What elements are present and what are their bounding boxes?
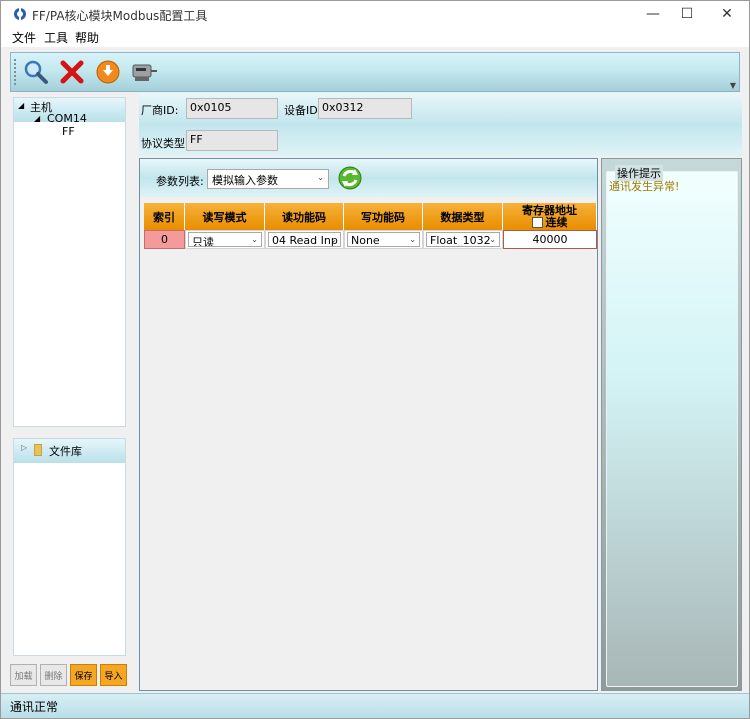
device-tree-panel: ◢ 主机 ◢ COM14 FF (13, 97, 126, 427)
col-write-code-header: 写功能码 (344, 203, 423, 230)
vendor-id-field[interactable]: 0x0105 (186, 98, 278, 119)
rw-mode-cell[interactable]: 只读 ⌄ (185, 230, 265, 249)
vendor-id-label: 厂商ID: (141, 104, 179, 117)
file-library-header[interactable]: ▷ 文件库 (14, 439, 125, 463)
refresh-icon[interactable] (336, 164, 364, 192)
app-icon (14, 8, 26, 20)
import-button[interactable]: 导入 (100, 664, 127, 686)
menu-help[interactable]: 帮助 (75, 29, 99, 46)
chevron-down-icon: ⌄ (409, 235, 416, 244)
menu-tools[interactable]: 工具 (44, 29, 68, 46)
col-data-type-header: 数据类型 (423, 203, 503, 230)
tree-node-port[interactable]: COM14 (47, 112, 87, 125)
col-rw-mode-header: 读写模式 (185, 203, 265, 230)
protocol-type-field[interactable]: FF (186, 130, 278, 151)
data-type-cell[interactable]: Float_1032 ⌄ (423, 230, 503, 249)
continuous-label: 连续 (545, 215, 568, 229)
params-panel: 参数列表: 模拟输入参数 ⌄ 索引 读写模式 读功能码 写功能码 数据类型 寄存… (139, 158, 598, 691)
read-code-value: 04 Read Inp (272, 234, 338, 247)
write-code-value: None (351, 234, 380, 247)
hint-message: 通讯发生异常! (609, 180, 680, 193)
params-header: 参数列表: 模拟输入参数 ⌄ (140, 159, 597, 197)
param-list-select[interactable]: 模拟输入参数 ⌄ (207, 169, 329, 189)
search-icon (24, 60, 48, 84)
protocol-type-label: 协议类型: (141, 137, 189, 150)
maximize-button[interactable]: ☐ (667, 1, 707, 27)
menu-file[interactable]: 文件 (12, 29, 36, 46)
expand-library-icon[interactable]: ▷ (21, 443, 27, 452)
connect-button[interactable] (129, 58, 159, 86)
download-icon (96, 60, 120, 84)
expand-root-icon[interactable]: ◢ (18, 101, 24, 110)
chevron-down-icon: ⌄ (489, 235, 496, 244)
rw-mode-value: 只读 (192, 236, 214, 247)
title-bar: FF/PA核心模块Modbus配置工具 — ☐ ✕ (1, 1, 749, 27)
download-button[interactable] (93, 58, 123, 86)
tree-node-device[interactable]: FF (62, 125, 75, 138)
col-index-header: 索引 (144, 203, 185, 230)
delete-button[interactable] (57, 58, 87, 86)
param-list-value: 模拟输入参数 (212, 174, 278, 187)
menu-bar: 文件 工具 帮助 (1, 27, 749, 47)
delete-icon (60, 60, 84, 84)
window-title: FF/PA核心模块Modbus配置工具 (32, 9, 208, 23)
hint-panel: 操作提示 通讯发生异常! (601, 158, 742, 691)
expand-port-icon[interactable]: ◢ (34, 114, 40, 123)
toolbar-grip[interactable] (14, 59, 16, 85)
device-id-label: 设备ID: (284, 104, 322, 117)
register-address-input[interactable]: 40000 (503, 230, 597, 249)
toolbar-overflow-icon[interactable]: ▼ (730, 81, 736, 90)
chevron-down-icon: ⌄ (330, 235, 337, 244)
write-code-cell[interactable]: None ⌄ (344, 230, 423, 249)
save-button[interactable]: 保存 (70, 664, 97, 686)
chevron-down-icon: ⌄ (251, 235, 258, 244)
device-info-area: 厂商ID: 0x0105 设备ID: 0x0312 协议类型: FF (139, 93, 742, 156)
col-register-header: 寄存器地址 连续 (503, 203, 597, 230)
file-library-panel: ▷ 文件库 (13, 438, 126, 656)
read-code-cell[interactable]: 04 Read Inp ⌄ (265, 230, 344, 249)
close-button[interactable]: ✕ (707, 1, 747, 27)
device-id-field[interactable]: 0x0312 (318, 98, 412, 119)
status-bar: 通讯正常 (1, 693, 749, 718)
param-list-label: 参数列表: (156, 175, 204, 188)
file-library-label: 文件库 (49, 445, 82, 458)
connect-icon (132, 64, 157, 81)
data-type-select[interactable]: Float_1032 ⌄ (426, 232, 500, 247)
app-window: FF/PA核心模块Modbus配置工具 — ☐ ✕ 文件 工具 帮助 ▼ ◢ 主… (0, 0, 750, 719)
search-button[interactable] (21, 58, 51, 86)
chevron-down-icon: ⌄ (317, 173, 324, 182)
hint-group: 操作提示 通讯发生异常! (606, 165, 738, 687)
data-type-value: Float_1032 (430, 234, 491, 247)
read-code-select[interactable]: 04 Read Inp ⌄ (268, 232, 341, 247)
col-read-code-header: 读功能码 (265, 203, 344, 230)
load-button[interactable]: 加载 (10, 664, 37, 686)
continuous-checkbox[interactable] (531, 216, 543, 228)
write-code-select[interactable]: None ⌄ (347, 232, 420, 247)
row-index-cell[interactable]: 0 (144, 230, 185, 249)
status-text: 通讯正常 (10, 700, 59, 714)
folder-icon (34, 444, 42, 456)
rw-mode-select[interactable]: 只读 ⌄ (188, 232, 262, 247)
toolbar: ▼ (10, 52, 740, 92)
delete-file-button[interactable]: 删除 (40, 664, 67, 686)
